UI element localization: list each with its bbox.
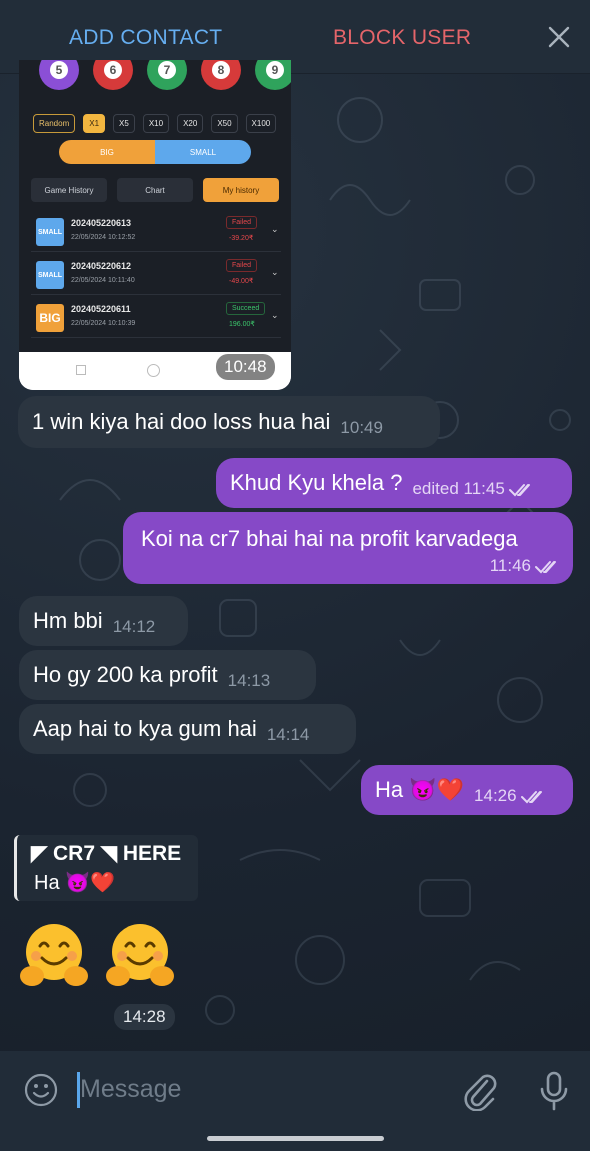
- double-check-icon: [508, 483, 530, 496]
- result-badge: SMALL: [36, 218, 64, 246]
- multiplier-option: X50: [211, 114, 238, 133]
- paperclip-icon[interactable]: [461, 1071, 499, 1111]
- ball-number: 8: [212, 61, 230, 79]
- multiplier-option: X1: [83, 114, 106, 133]
- amount: -49.00₹: [229, 278, 254, 285]
- ball-number: 6: [104, 61, 122, 79]
- small-option: SMALL: [155, 140, 251, 164]
- add-contact-button[interactable]: ADD CONTACT: [69, 26, 222, 50]
- message-time: 14:26: [474, 782, 547, 810]
- double-check-icon: [520, 790, 542, 803]
- message-text: 1 win kiya hai doo loss hua hai: [32, 409, 331, 434]
- amount: 196.00₹: [229, 321, 255, 328]
- history-tabs: Game History Chart My history: [31, 178, 279, 202]
- result-badge: BIG: [36, 304, 64, 332]
- chevron-down-icon: ⌄: [271, 224, 279, 234]
- multiplier-option: X20: [177, 114, 204, 133]
- period-id: 202405220613: [71, 218, 132, 228]
- microphone-icon[interactable]: [538, 1071, 570, 1111]
- message-text: Ha 😈❤️: [375, 777, 465, 802]
- message-time: 10:49: [340, 418, 383, 437]
- message-time: 11:46: [490, 556, 561, 576]
- message-time: edited 11:45: [412, 475, 534, 503]
- history-row: BIG 202405220611 22/05/2024 10:10:39 Succee…: [31, 298, 281, 338]
- game-screenshot: 5 6 7 8 9 Random X1 X5 X10 X20 X50 X100 BIG SMALL …: [19, 60, 291, 352]
- message-text: Aap hai to kya gum hai: [33, 716, 257, 741]
- quote-text: Ha 😈❤️: [34, 872, 115, 894]
- number-ball: 9: [255, 60, 291, 90]
- incoming-message[interactable]: 1 win kiya hai doo loss hua hai 10:49: [18, 396, 440, 448]
- chevron-down-icon: ⌄: [271, 267, 279, 277]
- period-datetime: 22/05/2024 10:10:39: [71, 320, 136, 327]
- period-datetime: 22/05/2024 10:11:40: [71, 277, 135, 284]
- double-check-icon: [535, 560, 556, 573]
- big-option: BIG: [59, 140, 155, 164]
- multiplier-option: Random: [33, 114, 76, 133]
- message-time: 14:13: [227, 671, 271, 690]
- hugging-face-icon: [20, 924, 88, 986]
- message-input[interactable]: Message: [80, 1075, 181, 1104]
- message-text: Koi na cr7 bhai hai na profit karvadega: [141, 526, 518, 551]
- outgoing-message[interactable]: Ha 😈❤️ 14:26: [361, 765, 573, 815]
- incoming-message[interactable]: Ho gy 200 ka profit 14:13: [19, 650, 316, 700]
- ball-number: 5: [50, 61, 68, 79]
- period-id: 202405220612: [71, 261, 132, 271]
- chevron-down-icon: ⌄: [271, 310, 279, 320]
- message-text: Hm bbi: [33, 608, 103, 633]
- home-icon: [147, 364, 160, 377]
- history-row: SMALL 202405220613 22/05/2024 10:12:52 Fail…: [31, 212, 281, 252]
- status-badge: Failed: [226, 259, 258, 272]
- message-input-bar: Message: [0, 1051, 590, 1151]
- period-id: 202405220611: [71, 304, 131, 314]
- big-small-toggle: BIG SMALL: [59, 140, 251, 164]
- period-datetime: 22/05/2024 10:12:52: [71, 234, 136, 241]
- message-time: 10:48: [216, 354, 275, 380]
- quote-sender-name: ◤ CR7 ◥ HERE: [31, 842, 182, 865]
- number-ball: 7: [147, 60, 187, 90]
- message-text: Khud Kyu khela ?: [230, 470, 403, 495]
- amount: -39.20₹: [229, 235, 254, 242]
- result-badge: SMALL: [36, 261, 64, 289]
- message-time: 14:28: [114, 1004, 175, 1030]
- hugging-face-icon: [106, 924, 174, 986]
- multiplier-option: X100: [245, 114, 277, 133]
- message-time: 14:14: [266, 725, 310, 744]
- home-indicator: [207, 1136, 384, 1141]
- history-tab: Game History: [31, 178, 107, 202]
- number-ball: 5: [39, 60, 79, 90]
- message-time: 14:12: [112, 617, 156, 636]
- number-ball: 8: [201, 60, 241, 90]
- recent-apps-icon: [76, 365, 86, 375]
- outgoing-message[interactable]: Koi na cr7 bhai hai na profit karvadega 1…: [123, 512, 573, 584]
- outgoing-message[interactable]: Khud Kyu khela ? edited 11:45: [216, 458, 572, 508]
- message-text: Ho gy 200 ka profit: [33, 662, 218, 687]
- image-message[interactable]: 5 6 7 8 9 Random X1 X5 X10 X20 X50 X100 BIG SMALL …: [19, 60, 291, 390]
- emoji-icon[interactable]: [23, 1072, 59, 1108]
- emoji-message[interactable]: [18, 920, 176, 992]
- incoming-message[interactable]: Hm bbi 14:12: [19, 596, 188, 646]
- multiplier-row: Random X1 X5 X10 X20 X50 X100: [33, 114, 277, 133]
- history-row: SMALL 202405220612 22/05/2024 10:11:40 Fail…: [31, 255, 281, 295]
- status-badge: Failed: [226, 216, 258, 229]
- number-balls: 5 6 7 8 9: [39, 60, 291, 100]
- history-tab: Chart: [117, 178, 193, 202]
- multiplier-option: X10: [142, 114, 170, 133]
- ball-number: 7: [158, 61, 176, 79]
- quoted-message[interactable]: ◤ CR7 ◥ HERE Ha 😈❤️: [14, 835, 198, 901]
- incoming-message[interactable]: Aap hai to kya gum hai 14:14: [19, 704, 356, 754]
- number-ball: 6: [93, 60, 133, 90]
- history-tab: My history: [203, 178, 279, 202]
- close-icon[interactable]: [546, 24, 572, 50]
- multiplier-option: X5: [113, 114, 135, 133]
- status-badge: Succeed: [226, 302, 266, 315]
- block-user-button[interactable]: BLOCK USER: [333, 26, 471, 50]
- ball-number: 9: [266, 61, 284, 79]
